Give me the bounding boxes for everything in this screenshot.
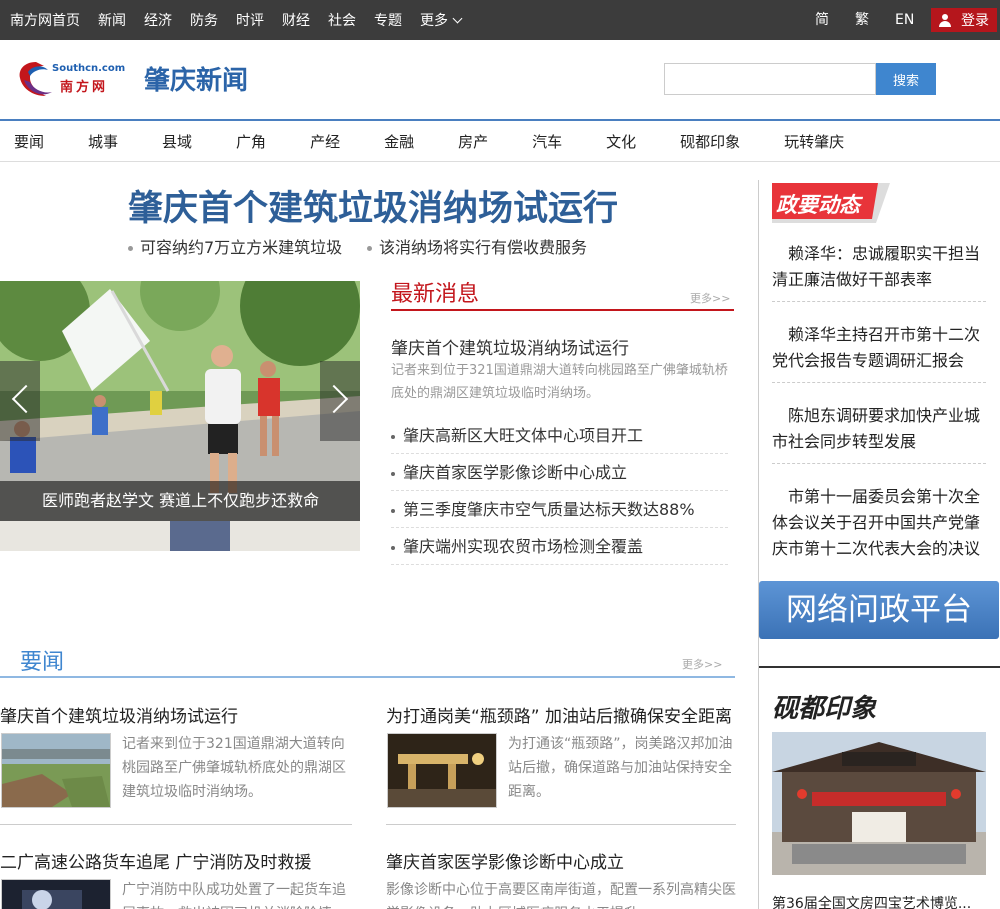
latest-lead-title[interactable]: 肇庆首个建筑垃圾消纳场试运行 <box>391 334 629 359</box>
search-input[interactable] <box>664 63 876 95</box>
yaowen-divider <box>0 676 735 678</box>
headline-title[interactable]: 肇庆首个建筑垃圾消纳场试运行 <box>128 180 618 231</box>
sidebar-divider <box>758 180 759 909</box>
lang-simplified[interactable]: 简 <box>815 0 829 40</box>
top-nav-home[interactable]: 南方网首页 <box>10 10 80 30</box>
chevron-right-icon <box>319 384 349 414</box>
yaowen-article-title[interactable]: 为打通岗美“瓶颈路” 加油站后撤确保安全距离 <box>386 702 736 727</box>
top-nav-topics[interactable]: 专题 <box>374 10 402 30</box>
search-button[interactable]: 搜索 <box>876 63 936 95</box>
yandu-impression-photo[interactable] <box>772 732 986 875</box>
yaowen-more-link[interactable]: 更多>> <box>682 656 722 672</box>
online-governance-platform-banner[interactable]: 网络问政平台 <box>759 581 999 639</box>
top-nav: 南方网首页 新闻 经济 防务 时评 财经 社会 专题 更多 <box>0 0 469 40</box>
yaowen-article-desc: 记者来到位于321国道鼎湖大道转向桃园路至广佛肇城轨桥底处的鼎湖区建筑垃圾临时消… <box>122 736 346 800</box>
top-bar: 南方网首页 新闻 经济 防务 时评 财经 社会 专题 更多 简 繁 EN 登录 <box>0 0 1000 40</box>
logo-text-cn: 南方网 <box>60 80 109 95</box>
chevron-down-icon <box>452 13 463 23</box>
top-nav-more-label: 更多 <box>420 13 448 29</box>
latest-more-link[interactable]: 更多>> <box>690 290 730 306</box>
user-icon <box>939 14 951 27</box>
yaowen-article-thumb[interactable] <box>1 879 111 909</box>
yaowen-article-title[interactable]: 肇庆首个建筑垃圾消纳场试运行 <box>0 702 352 727</box>
chevron-left-icon <box>11 384 41 414</box>
channel-tab-yaowen[interactable]: 要闻 <box>14 131 44 152</box>
gov-news-item[interactable]: 赖泽华：忠诚履职实干担当 清正廉洁做好干部表率 <box>772 241 986 302</box>
channel-tab-yandu[interactable]: 砚都印象 <box>680 131 740 152</box>
channel-tab-culture[interactable]: 文化 <box>606 131 636 152</box>
channel-tab-auto[interactable]: 汽车 <box>532 131 562 152</box>
channel-tab-play[interactable]: 玩转肇庆 <box>784 131 844 152</box>
yandu-impression-title[interactable]: 砚都印象 <box>772 688 882 728</box>
top-nav-society[interactable]: 社会 <box>328 10 356 30</box>
latest-divider <box>391 309 734 311</box>
yaowen-separator <box>386 824 736 825</box>
channel-tab-city[interactable]: 城事 <box>88 131 118 152</box>
latest-lead-desc: 记者来到位于321国道鼎湖大道转向桃园路至广佛肇城轨桥底处的鼎湖区建筑垃圾临时消… <box>391 363 728 401</box>
yaowen-article-title[interactable]: 肇庆首家医学影像诊断中心成立 <box>386 848 736 873</box>
top-nav-finance[interactable]: 财经 <box>282 10 310 30</box>
top-nav-defense[interactable]: 防务 <box>190 10 218 30</box>
yaowen-section-title[interactable]: 要闻 <box>20 644 64 676</box>
gas-station-photo <box>388 734 496 807</box>
logo-text-en: Southcn.com <box>52 63 126 74</box>
latest-item[interactable]: 肇庆首家医学影像诊断中心成立 <box>391 454 728 491</box>
yaowen-article-thumb[interactable] <box>387 733 497 808</box>
channel-nav: 要闻 城事 县域 广角 产经 金融 房产 汽车 文化 砚都印象 玩转肇庆 <box>0 119 1000 162</box>
gov-news-badge[interactable]: 政要动态 <box>772 183 890 223</box>
top-nav-more[interactable]: 更多 <box>420 10 463 30</box>
headline-sub-2[interactable]: 该消纳场将实行有偿收费服务 <box>367 234 587 258</box>
slider-caption[interactable]: 医师跑者赵学文 赛道上不仅跑步还救命 <box>0 481 360 521</box>
yaowen-article-desc: 广宁消防中队成功处置了一起货车追尾事故，救出被困司机并消除险情。 <box>122 882 346 909</box>
latest-item[interactable]: 第三季度肇庆市空气质量达标天数达88% <box>391 491 728 528</box>
headline-sub-1[interactable]: 可容纳约7万立方米建筑垃圾 <box>128 234 342 258</box>
channel-tab-industry[interactable]: 产经 <box>310 131 340 152</box>
southcn-logo[interactable]: Southcn.com 南方网 <box>18 58 128 100</box>
gov-news-item[interactable]: 赖泽华主持召开市第十二次党代会报告专题调研汇报会 <box>772 322 986 383</box>
gov-news-item[interactable]: 陈旭东调研要求加快产业城市社会同步转型发展 <box>772 403 986 464</box>
latest-item[interactable]: 肇庆端州实现农贸市场检测全覆盖 <box>391 528 728 565</box>
lang-english[interactable]: EN <box>895 0 914 40</box>
truck-accident-photo <box>2 880 110 909</box>
slider-next-button[interactable] <box>319 361 360 441</box>
channel-tab-finance[interactable]: 金融 <box>384 131 414 152</box>
login-label: 登录 <box>961 13 989 29</box>
photo-slider[interactable]: 医师跑者赵学文 赛道上不仅跑步还救命 <box>0 281 360 551</box>
gov-news-item[interactable]: 市第十一届委员会第十次全体会议关于召开中国共产党肇庆市第十二次代表大会的决议 <box>772 484 986 564</box>
channel-tab-county[interactable]: 县域 <box>162 131 192 152</box>
yandu-impression-caption[interactable]: 第36届全国文房四宝艺术博览... <box>772 893 971 909</box>
yaowen-article-thumb[interactable] <box>1 733 111 808</box>
top-nav-news[interactable]: 新闻 <box>98 10 126 30</box>
gov-news-title: 政要动态 <box>776 193 860 217</box>
construction-waste-photo <box>2 734 110 807</box>
sidebar-section-divider <box>759 666 1000 668</box>
latest-news-title: 最新消息 <box>391 282 480 307</box>
login-button[interactable]: 登录 <box>931 8 997 32</box>
yaowen-separator <box>0 824 352 825</box>
yaowen-article-title[interactable]: 二广高速公路货车追尾 广宁消防及时救援 <box>0 848 352 873</box>
expo-gate-photo <box>772 732 986 875</box>
slider-prev-button[interactable] <box>0 361 41 441</box>
lang-traditional[interactable]: 繁 <box>855 0 869 40</box>
yaowen-article-desc: 为打通该“瓶颈路”，岗美路汉邦加油站后撤，确保道路与加油站保持安全距离。 <box>508 736 733 800</box>
yaowen-article-desc: 影像诊断中心位于高要区南岸街道，配置一系列高精尖医学影像设备，助力区域医疗服务水… <box>386 882 736 909</box>
channel-tab-housing[interactable]: 房产 <box>458 131 488 152</box>
top-nav-commentary[interactable]: 时评 <box>236 10 264 30</box>
top-nav-economy[interactable]: 经济 <box>144 10 172 30</box>
page-title[interactable]: 肇庆新闻 <box>144 60 248 97</box>
channel-tab-wide-angle[interactable]: 广角 <box>236 131 266 152</box>
latest-item[interactable]: 肇庆高新区大旺文体中心项目开工 <box>391 417 728 454</box>
